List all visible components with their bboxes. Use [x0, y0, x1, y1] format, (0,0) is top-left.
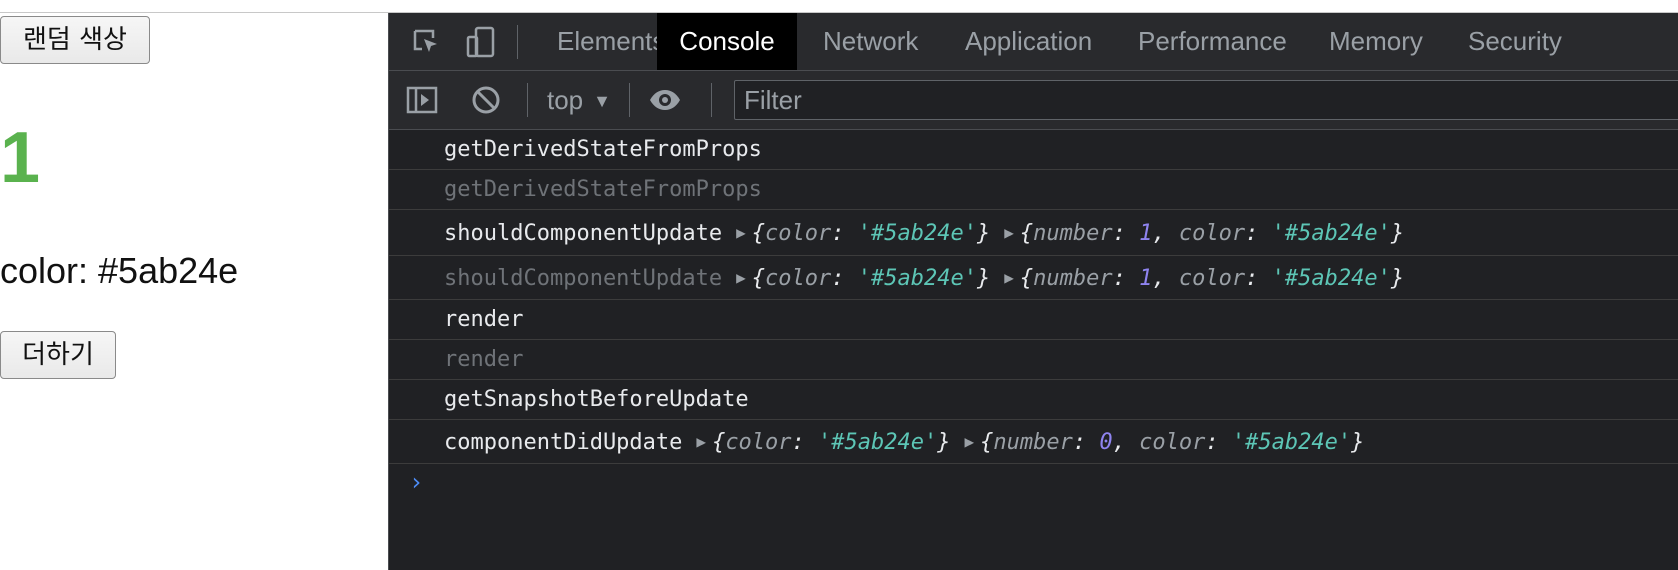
tab-application[interactable]: Application [939, 13, 1118, 70]
console-message: render [389, 340, 1678, 380]
tab-bar-separator [517, 25, 518, 59]
random-color-button[interactable]: 랜덤 색상 [0, 16, 150, 64]
object-token: color [725, 430, 792, 455]
object-token: : [1112, 266, 1140, 291]
console-object-preview[interactable]: ▶ {color: '#5ab24e'} [736, 266, 990, 291]
object-token: } [937, 430, 951, 455]
console-prompt-icon[interactable]: › [409, 468, 423, 496]
console-message-text: shouldComponentUpdate [444, 266, 723, 291]
devtools-tab-bar: Elements Console Network Application Per… [389, 13, 1678, 71]
console-message: getSnapshotBeforeUpdate [389, 380, 1678, 420]
object-number-value: 1 [1139, 221, 1153, 246]
object-token: { [751, 266, 766, 291]
console-message-text: render [444, 347, 524, 372]
inspect-element-icon[interactable] [409, 25, 443, 59]
console-message: componentDidUpdate ▶ {color: '#5ab24e'} ▶ {n… [389, 420, 1678, 464]
object-token: { [751, 221, 766, 246]
console-object-preview[interactable]: ▶ {number: 0, color: '#5ab24e'} [965, 430, 1365, 455]
console-object-preview[interactable]: ▶ {number: 1, color: '#5ab24e'} [1004, 266, 1404, 291]
object-token: color [765, 221, 832, 246]
object-token: } [1390, 221, 1405, 246]
object-token: number [1033, 266, 1113, 291]
console-message-text: getDerivedStateFromProps [444, 137, 762, 162]
object-number-value: 1 [1139, 266, 1153, 291]
counter-number: 1 [0, 118, 41, 198]
object-token: number [993, 430, 1073, 455]
dropdown-arrow-icon: ▼ [593, 91, 611, 111]
console-object-preview[interactable]: ▶ {color: '#5ab24e'} [696, 430, 950, 455]
context-selector[interactable]: top ▼ [547, 71, 611, 129]
toolbar-separator [629, 83, 630, 117]
object-token: : [791, 430, 819, 455]
object-token: { [1019, 266, 1034, 291]
expand-triangle-icon[interactable]: ▶ [696, 432, 706, 451]
console-message: shouldComponentUpdate ▶ {color: '#5ab24e'}… [389, 210, 1678, 256]
object-token: } [977, 221, 991, 246]
app-page: 랜덤 색상 1 color: #5ab24e 더하기 [0, 13, 388, 570]
object-token: } [1390, 266, 1405, 291]
object-token: { [980, 430, 994, 455]
expand-triangle-icon[interactable]: ▶ [1004, 223, 1014, 242]
object-token: , [1152, 221, 1179, 246]
console-message-text: shouldComponentUpdate [444, 221, 723, 246]
object-token: } [1351, 430, 1365, 455]
console-message: getDerivedStateFromProps [389, 130, 1678, 170]
console-message-text: componentDidUpdate [444, 430, 683, 455]
object-string-value: '#5ab24e' [1271, 221, 1391, 246]
object-token: number [1033, 221, 1113, 246]
object-token: : [1112, 221, 1140, 246]
object-string-value: '#5ab24e' [857, 266, 977, 291]
object-token: , [1112, 430, 1140, 455]
tab-console[interactable]: Console [657, 13, 797, 70]
color-label: color: #5ab24e [0, 250, 239, 291]
object-token: : [831, 221, 858, 246]
expand-triangle-icon[interactable]: ▶ [736, 268, 746, 287]
object-string-value: '#5ab24e' [1231, 430, 1352, 455]
object-number-value: 0 [1099, 430, 1113, 455]
object-token: : [1205, 430, 1232, 455]
tab-memory[interactable]: Memory [1303, 13, 1449, 70]
console-message: shouldComponentUpdate ▶ {color: '#5ab24e'}… [389, 256, 1678, 300]
console-message: getDerivedStateFromProps [389, 170, 1678, 210]
object-token: , [1152, 266, 1179, 291]
clear-console-icon[interactable] [469, 83, 503, 117]
object-token: color [1139, 430, 1206, 455]
sidebar-toggle-icon[interactable] [405, 83, 439, 117]
console-message: render [389, 300, 1678, 340]
object-token: : [1072, 430, 1100, 455]
object-token: { [712, 430, 726, 455]
object-string-value: '#5ab24e' [1271, 266, 1391, 291]
tab-performance[interactable]: Performance [1112, 13, 1313, 70]
object-token: : [1245, 266, 1272, 291]
tab-network[interactable]: Network [797, 13, 944, 70]
toolbar-separator [711, 83, 712, 117]
console-message-text: getDerivedStateFromProps [444, 177, 762, 202]
devtools-panel: Elements Console Network Application Per… [388, 13, 1678, 570]
eye-icon[interactable] [648, 83, 682, 117]
console-object-preview[interactable]: ▶ {number: 1, color: '#5ab24e'} [1004, 221, 1404, 246]
tab-security[interactable]: Security [1442, 13, 1588, 70]
expand-triangle-icon[interactable]: ▶ [965, 432, 975, 451]
expand-triangle-icon[interactable]: ▶ [736, 223, 746, 242]
add-button[interactable]: 더하기 [0, 331, 116, 379]
console-message-text: getSnapshotBeforeUpdate [444, 387, 749, 412]
console-toolbar: top ▼ [389, 71, 1678, 130]
console-object-preview[interactable]: ▶ {color: '#5ab24e'} [736, 221, 990, 246]
console-output: getDerivedStateFromProps getDerivedStateF… [389, 130, 1678, 496]
object-token: color [1178, 266, 1246, 291]
console-message-text: render [444, 307, 524, 332]
context-label: top [547, 85, 584, 115]
filter-input[interactable] [734, 80, 1678, 120]
object-token: : [1245, 221, 1272, 246]
object-token: { [1019, 221, 1034, 246]
object-string-value: '#5ab24e' [857, 221, 977, 246]
object-token: } [977, 266, 991, 291]
object-token: color [765, 266, 832, 291]
expand-triangle-icon[interactable]: ▶ [1004, 268, 1014, 287]
object-string-value: '#5ab24e' [818, 430, 938, 455]
object-token: : [831, 266, 858, 291]
object-token: color [1178, 221, 1246, 246]
toolbar-separator [527, 83, 528, 117]
device-toolbar-icon[interactable] [464, 25, 498, 59]
